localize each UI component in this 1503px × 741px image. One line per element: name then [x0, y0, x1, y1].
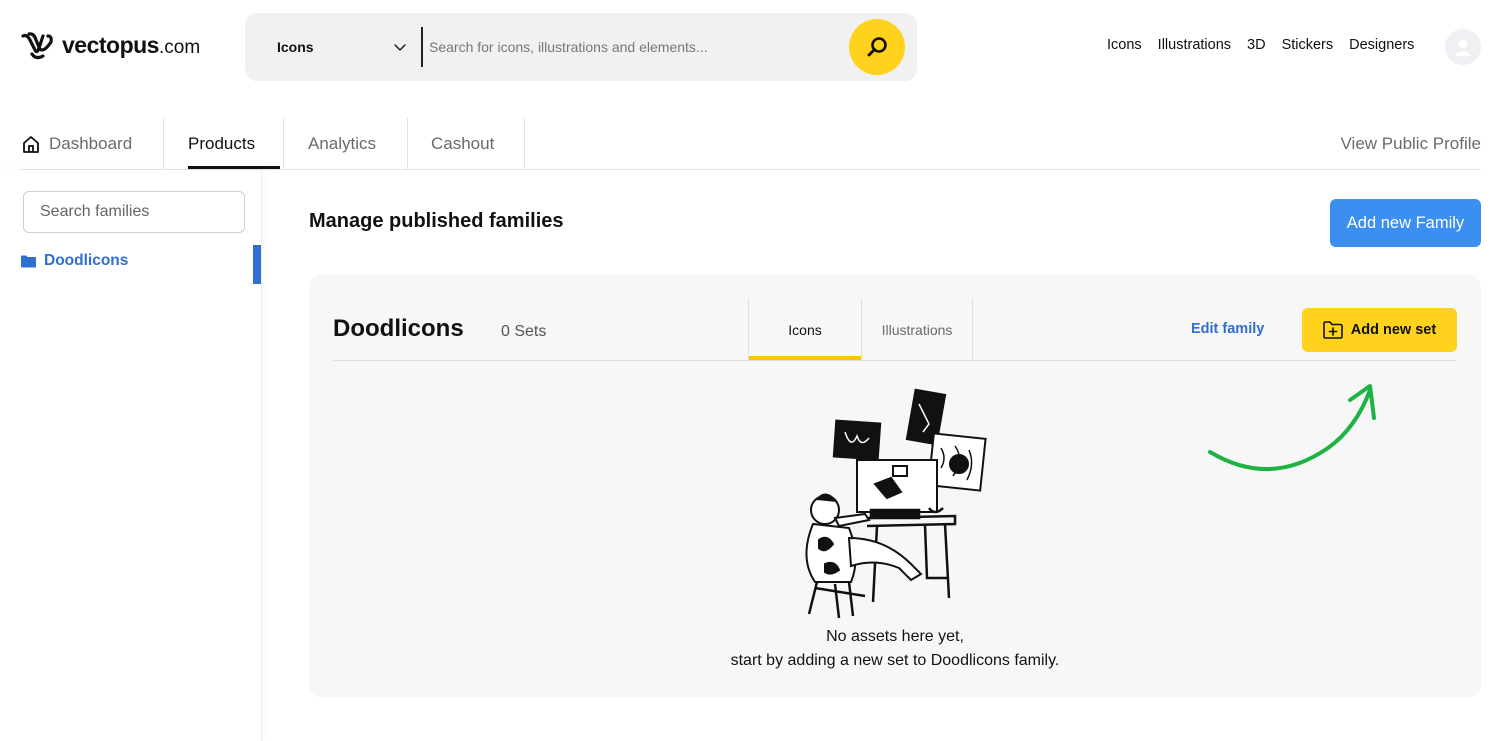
- sets-count: 0 Sets: [501, 323, 547, 340]
- tab-analytics-label: Analytics: [308, 133, 377, 153]
- subtab-illustrations[interactable]: Illustrations: [862, 299, 972, 361]
- edit-family-link[interactable]: Edit family: [1191, 321, 1264, 337]
- add-new-set-label: Add new set: [1350, 322, 1437, 338]
- vectopus-logo-icon: [21, 32, 53, 60]
- avatar[interactable]: [1445, 29, 1481, 65]
- folder-icon: [21, 255, 36, 267]
- search-button[interactable]: [849, 19, 905, 75]
- subtab-icons[interactable]: Icons: [749, 299, 861, 361]
- search-type-value: Icons: [277, 39, 314, 55]
- vectopus-logo[interactable]: vectopus.com: [21, 30, 200, 60]
- top-nav-icons[interactable]: Icons: [1107, 37, 1142, 53]
- search-icon: [867, 37, 887, 57]
- top-nav-designers[interactable]: Designers: [1349, 37, 1414, 53]
- family-name: Doodlicons: [333, 315, 464, 342]
- card-divider: [333, 360, 1457, 361]
- top-header: vectopus.com Icons Icons Illustrations 3…: [0, 0, 1503, 95]
- folder-plus-icon: [1322, 321, 1343, 339]
- subtab-divider: [972, 299, 973, 360]
- user-avatar-icon: [1454, 39, 1472, 56]
- chevron-down-icon: [394, 44, 406, 51]
- active-subtab-indicator: [749, 356, 861, 360]
- home-icon: [23, 135, 39, 153]
- sidebar-item-doodlicons[interactable]: Doodlicons: [21, 252, 128, 270]
- tab-divider: [407, 118, 408, 169]
- search-input[interactable]: [429, 33, 839, 61]
- top-nav: Icons Illustrations 3D Stickers Designer…: [1107, 37, 1414, 53]
- empty-state-message: No assets here yet,: [826, 628, 964, 645]
- search-families-input[interactable]: [23, 191, 245, 233]
- page-title: Manage published families: [309, 210, 564, 232]
- dashboard-tabs: Dashboard Products Analytics Cashout Vie…: [21, 118, 1481, 170]
- empty-state-hint: start by adding a new set to Doodlicons …: [730, 652, 1060, 669]
- tab-analytics[interactable]: Analytics: [308, 118, 376, 169]
- tab-cashout-label: Cashout: [431, 133, 495, 153]
- search-bar: Icons: [245, 13, 917, 81]
- tab-divider: [283, 118, 284, 169]
- active-tab-indicator: [188, 166, 280, 169]
- tab-products[interactable]: Products: [188, 118, 255, 169]
- search-type-select[interactable]: Icons: [277, 13, 407, 81]
- tab-divider: [524, 118, 525, 169]
- add-new-family-button[interactable]: Add new Family: [1330, 199, 1481, 247]
- sidebar-item-label: Doodlicons: [44, 252, 129, 269]
- top-nav-3d[interactable]: 3D: [1247, 37, 1266, 53]
- search-divider: [421, 27, 423, 67]
- tab-dashboard-label: Dashboard: [49, 133, 133, 153]
- add-new-set-button[interactable]: Add new set: [1302, 308, 1457, 352]
- subtab-illustrations-label: Illustrations: [881, 322, 953, 338]
- empty-state-illustration: [805, 388, 987, 619]
- tab-dashboard[interactable]: Dashboard: [21, 118, 132, 169]
- tab-cashout[interactable]: Cashout: [431, 118, 494, 169]
- top-nav-stickers[interactable]: Stickers: [1282, 37, 1334, 53]
- sidebar-active-indicator: [253, 245, 261, 284]
- families-sidebar: Doodlicons: [0, 170, 262, 741]
- tab-divider: [163, 118, 164, 169]
- annotation-arrow-icon: [1208, 384, 1376, 471]
- top-nav-illustrations[interactable]: Illustrations: [1158, 37, 1231, 53]
- brand-name: vectopus.com: [62, 31, 201, 58]
- view-public-profile-link[interactable]: View Public Profile: [1341, 118, 1481, 169]
- tab-products-label: Products: [188, 133, 256, 153]
- subtab-icons-label: Icons: [788, 322, 822, 338]
